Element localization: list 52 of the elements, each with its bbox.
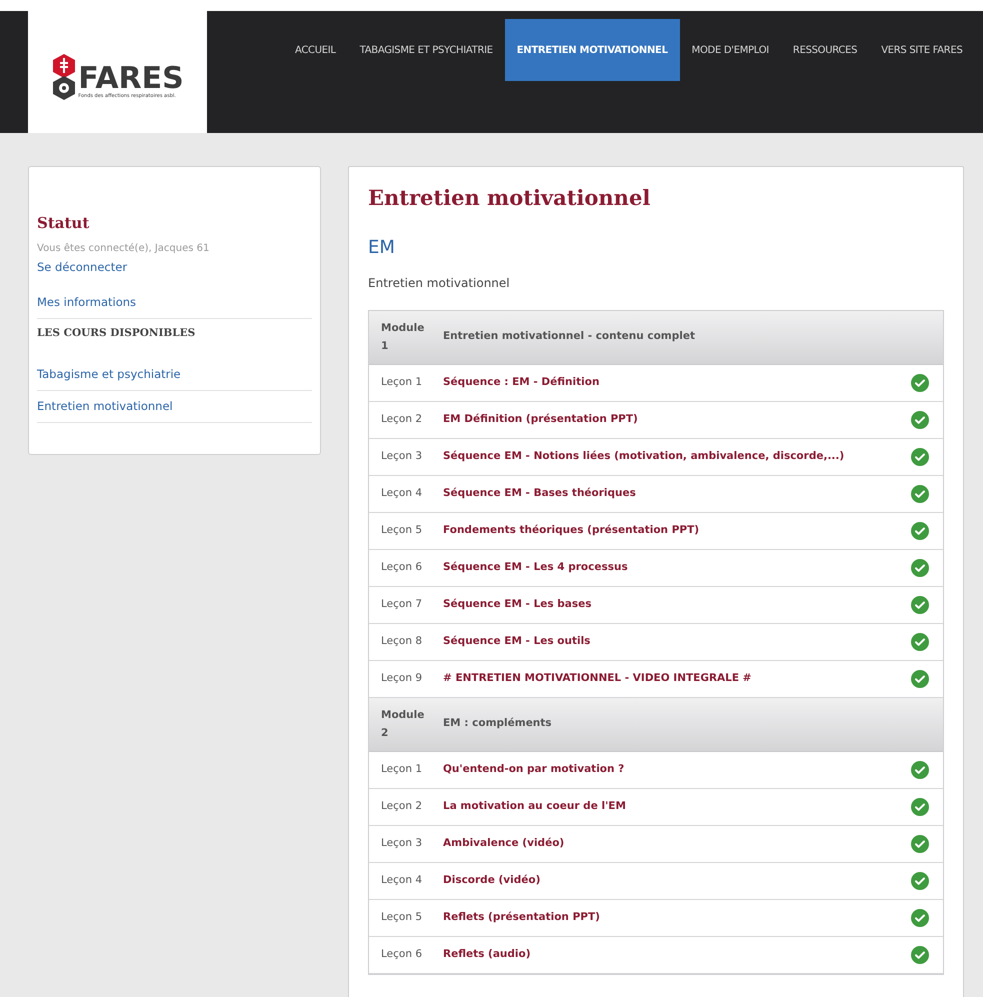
course-link[interactable]: Entretien motivationnel bbox=[37, 391, 312, 424]
module-title: EM : compléments bbox=[442, 716, 552, 732]
lesson-link[interactable]: Séquence EM - Les outils bbox=[443, 634, 911, 650]
lesson-link[interactable]: Séquence EM - Bases théoriques bbox=[443, 486, 911, 502]
page-title: Entretien motivationnel bbox=[368, 184, 652, 212]
lesson-link[interactable]: La motivation au coeur de l'EM bbox=[443, 798, 911, 814]
course-description: Entretien motivationnel bbox=[368, 274, 511, 292]
courses-heading: LES COURS DISPONIBLES bbox=[37, 326, 196, 341]
lesson-label: Leçon 1 bbox=[380, 762, 423, 777]
nav-tab[interactable]: MODE D'EMPLOI bbox=[680, 19, 781, 81]
nav-tab[interactable]: VERS SITE FARES bbox=[869, 19, 975, 81]
logo-text: FARES bbox=[78, 65, 184, 93]
lesson-label: Leçon 9 bbox=[380, 670, 423, 686]
lesson-label: Leçon 4 bbox=[380, 486, 423, 501]
lesson-label: Leçon 2 bbox=[380, 798, 423, 814]
lesson-link[interactable]: Reflets (présentation PPT) bbox=[443, 910, 911, 926]
lesson-link[interactable]: # ENTRETIEN MOTIVATIONNEL - VIDEO INTEGRALE # bbox=[443, 670, 911, 686]
module-label: Module 1 bbox=[380, 321, 426, 354]
lesson-label: Leçon 7 bbox=[380, 596, 423, 612]
course-link[interactable]: Tabagisme et psychiatrie bbox=[37, 358, 312, 391]
lesson-link[interactable]: Séquence EM - Les bases bbox=[443, 596, 911, 612]
lesson-link[interactable]: EM Définition (présentation PPT) bbox=[443, 412, 911, 428]
lesson-label: Leçon 5 bbox=[380, 522, 423, 538]
lesson-label: Leçon 6 bbox=[380, 946, 423, 962]
nav-tab[interactable]: RESSOURCES bbox=[780, 19, 870, 81]
profile-link[interactable]: Mes informations bbox=[37, 294, 312, 319]
lesson-link[interactable]: Qu'entend-on par motivation ? bbox=[443, 762, 911, 778]
lesson-label: Leçon 5 bbox=[380, 910, 423, 925]
lesson-link[interactable]: Reflets (audio) bbox=[443, 946, 911, 962]
lesson-label: Leçon 1 bbox=[380, 374, 423, 390]
nav-tab[interactable]: ACCUEIL bbox=[283, 19, 348, 81]
logout-link[interactable]: Se déconnecter bbox=[37, 258, 312, 276]
lesson-link[interactable]: Ambivalence (vidéo) bbox=[443, 836, 911, 852]
lesson-link[interactable]: Discorde (vidéo) bbox=[443, 872, 911, 888]
lesson-label: Leçon 3 bbox=[380, 836, 423, 851]
lesson-link[interactable]: Séquence : EM - Définition bbox=[443, 374, 911, 390]
lesson-label: Leçon 8 bbox=[380, 634, 423, 649]
module-title: Entretien motivationnel - contenu complet bbox=[442, 329, 696, 344]
nav-tab[interactable]: TABAGISME ET PSYCHIATRIE bbox=[348, 19, 505, 81]
module-label: Module 2 bbox=[380, 708, 426, 741]
sidebar-title: Statut bbox=[37, 213, 90, 234]
lesson-link[interactable]: Fondements théoriques (présentation PPT) bbox=[443, 522, 911, 538]
lesson-link[interactable]: Séquence EM - Notions liées (motivation, ambivalence, discorde,...) bbox=[443, 448, 911, 464]
logo-mark-icon bbox=[51, 54, 78, 100]
lesson-label: Leçon 6 bbox=[380, 560, 423, 575]
login-status: Vous êtes connecté(e), Jacques 61 bbox=[37, 242, 210, 256]
lesson-label: Leçon 4 bbox=[380, 872, 423, 888]
lesson-label: Leçon 3 bbox=[380, 448, 423, 464]
course-code: EM bbox=[368, 236, 396, 260]
lesson-link[interactable]: Séquence EM - Les 4 processus bbox=[443, 560, 911, 576]
nav-tab[interactable]: ENTRETIEN MOTIVATIONNEL bbox=[504, 19, 680, 81]
lesson-label: Leçon 2 bbox=[380, 412, 423, 427]
